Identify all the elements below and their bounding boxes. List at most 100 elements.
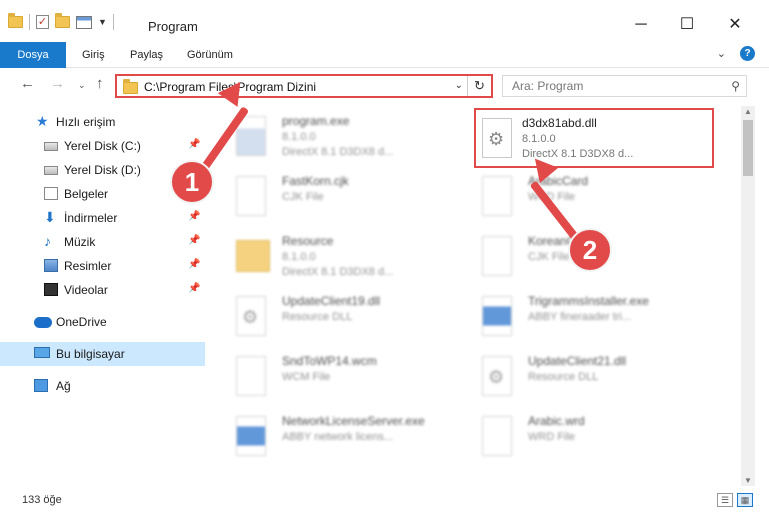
sidebar-item-label: Hızlı erişim: [56, 115, 116, 129]
help-icon[interactable]: ?: [740, 46, 755, 61]
pin-icon[interactable]: 📌: [188, 259, 200, 270]
network-icon: [34, 379, 48, 392]
pin-icon[interactable]: 📌: [188, 211, 200, 222]
minimize-button[interactable]: ─: [618, 12, 664, 38]
scroll-down-icon[interactable]: ▼: [744, 476, 752, 485]
back-arrow-icon[interactable]: ←: [20, 75, 35, 92]
application-icon: [236, 416, 266, 456]
file-type: WRD File: [528, 431, 576, 443]
forward-arrow-icon[interactable]: →: [50, 75, 65, 92]
sidebar-item-network[interactable]: Ağ: [0, 374, 205, 398]
sidebar-item-label: Belgeler: [64, 187, 109, 201]
file-name: UpdateClient19.dll: [282, 294, 381, 308]
scroll-up-icon[interactable]: ▲: [744, 107, 752, 116]
file-version: 8.1.0.0: [522, 133, 556, 145]
annotation-callout-1: 1: [170, 160, 214, 204]
tab-share[interactable]: Paylaş: [120, 42, 173, 68]
search-placeholder: Ara: Program: [512, 79, 584, 93]
title-bar: ✓ ▼ Program ─ ☐ ✕: [0, 0, 769, 42]
document-icon: [44, 187, 58, 200]
file-name: TrigrammsInstaller.exe: [528, 294, 649, 308]
dll-file-icon: [482, 118, 512, 158]
sidebar-item-label: Ağ: [56, 379, 71, 393]
address-bar[interactable]: C:\Program Files\Program Dizini ⌄ ↻: [115, 74, 493, 98]
properties-check-icon[interactable]: ✓: [36, 15, 49, 29]
star-icon: ★: [36, 113, 49, 129]
sidebar-item-label: Videolar: [64, 283, 108, 297]
file-icon: [482, 236, 512, 276]
up-arrow-icon[interactable]: ↑: [96, 75, 104, 92]
file-name: NetworkLicenseServer.exe: [282, 414, 425, 428]
file-version: 8.1.0.0: [282, 251, 316, 263]
pin-icon[interactable]: 📌: [188, 139, 200, 150]
file-item[interactable]: NetworkLicenseServer.exe ABBY network li…: [216, 408, 456, 464]
application-icon: [482, 296, 512, 336]
sidebar-item-this-pc[interactable]: Bu bilgisayar: [0, 342, 205, 366]
file-item[interactable]: UpdateClient19.dll Resource DLL: [216, 288, 456, 344]
file-version: 8.1.0.0: [282, 131, 316, 143]
sidebar-item-label: Yerel Disk (C:): [64, 139, 141, 153]
file-type: Resource DLL: [282, 311, 353, 323]
file-description: ABBY fineraader tri...: [528, 311, 632, 323]
search-icon[interactable]: ⚲: [731, 79, 740, 93]
new-folder-icon[interactable]: [55, 13, 70, 28]
file-item[interactable]: SndToWP14.wcm WCM File: [216, 348, 456, 404]
scrollbar-thumb[interactable]: [743, 120, 753, 176]
ribbon: Dosya Giriş Paylaş Görünüm ⌄ ?: [0, 42, 769, 98]
file-type: Resource DLL: [528, 371, 599, 383]
details-view-icon[interactable]: ☰: [717, 493, 733, 507]
sidebar-item-label: Resimler: [64, 259, 112, 273]
sidebar-item-onedrive[interactable]: OneDrive: [0, 310, 205, 334]
pin-icon[interactable]: 📌: [188, 283, 200, 294]
file-item[interactable]: TrigrammsInstaller.exe ABBY fineraader t…: [462, 288, 702, 344]
file-item[interactable]: Arabic.wrd WRD File: [462, 408, 702, 464]
navigation-bar: ← → ⌄ ↑ C:\Program Files\Program Dizini …: [0, 68, 769, 102]
search-input[interactable]: Ara: Program ⚲: [502, 75, 747, 97]
file-name: FastKorn.cjk: [282, 174, 349, 188]
sidebar-item-videos[interactable]: Videolar 📌: [0, 278, 205, 302]
download-icon: ⬇: [44, 209, 56, 225]
annotation-callout-2: 2: [568, 228, 612, 272]
status-bar: 133 öğe ☰ ▦: [0, 490, 769, 512]
sidebar-item-label: İndirmeler: [64, 211, 118, 225]
chevron-down-icon[interactable]: ⌄: [455, 80, 463, 91]
sidebar-item-label: OneDrive: [56, 315, 107, 329]
vertical-scrollbar[interactable]: ▲ ▼: [741, 106, 755, 486]
file-list: program.exe 8.1.0.0 DirectX 8.1 D3DX8 d.…: [210, 106, 740, 486]
file-description: DirectX 8.1 D3DX8 d...: [282, 146, 394, 158]
refresh-icon[interactable]: ↻: [467, 76, 491, 96]
maximize-button[interactable]: ☐: [664, 12, 710, 38]
file-item[interactable]: FastKorn.cjk CJK File: [216, 168, 456, 224]
sidebar-item-disk-c[interactable]: Yerel Disk (C:) 📌: [0, 134, 205, 158]
properties-icon[interactable]: [76, 15, 92, 29]
file-item-selected[interactable]: d3dx81abd.dll 8.1.0.0 DirectX 8.1 D3DX8 …: [474, 108, 714, 168]
recent-locations-icon[interactable]: ⌄: [78, 80, 86, 91]
sidebar-item-pictures[interactable]: Resimler 📌: [0, 254, 205, 278]
file-icon: [482, 416, 512, 456]
dll-file-icon: [236, 296, 266, 336]
close-button[interactable]: ✕: [712, 12, 758, 38]
sidebar-item-music[interactable]: ♪ Müzik 📌: [0, 230, 205, 254]
file-name: UpdateClient21.dll: [528, 354, 627, 368]
pin-icon[interactable]: 📌: [188, 235, 200, 246]
file-item[interactable]: UpdateClient21.dll Resource DLL: [462, 348, 702, 404]
folder-icon[interactable]: [8, 13, 23, 28]
file-type: WCM File: [282, 371, 331, 383]
file-item[interactable]: ArabicCard WRD File: [462, 168, 702, 224]
sidebar-item-downloads[interactable]: ⬇ İndirmeler 📌: [0, 206, 205, 230]
file-item[interactable]: program.exe 8.1.0.0 DirectX 8.1 D3DX8 d.…: [216, 108, 456, 164]
folder-icon: [123, 79, 138, 94]
sidebar-item-label: Yerel Disk (D:): [64, 163, 141, 177]
tab-view[interactable]: Görünüm: [177, 42, 243, 68]
file-icon: [236, 176, 266, 216]
sidebar-item-quick-access[interactable]: ★ Hızlı erişim: [0, 110, 205, 134]
navigation-pane: ★ Hızlı erişim Yerel Disk (C:) 📌 Yerel D…: [0, 106, 205, 486]
expand-ribbon-icon[interactable]: ⌄: [717, 47, 726, 60]
customize-toolbar-icon[interactable]: ▼: [98, 17, 107, 27]
tab-home[interactable]: Giriş: [72, 42, 115, 68]
file-name: Resource: [282, 234, 334, 248]
tiles-view-icon[interactable]: ▦: [737, 493, 753, 507]
file-description: DirectX 8.1 D3DX8 d...: [282, 266, 394, 278]
cloud-icon: [34, 317, 52, 328]
file-item[interactable]: Resource 8.1.0.0 DirectX 8.1 D3DX8 d...: [216, 228, 456, 284]
